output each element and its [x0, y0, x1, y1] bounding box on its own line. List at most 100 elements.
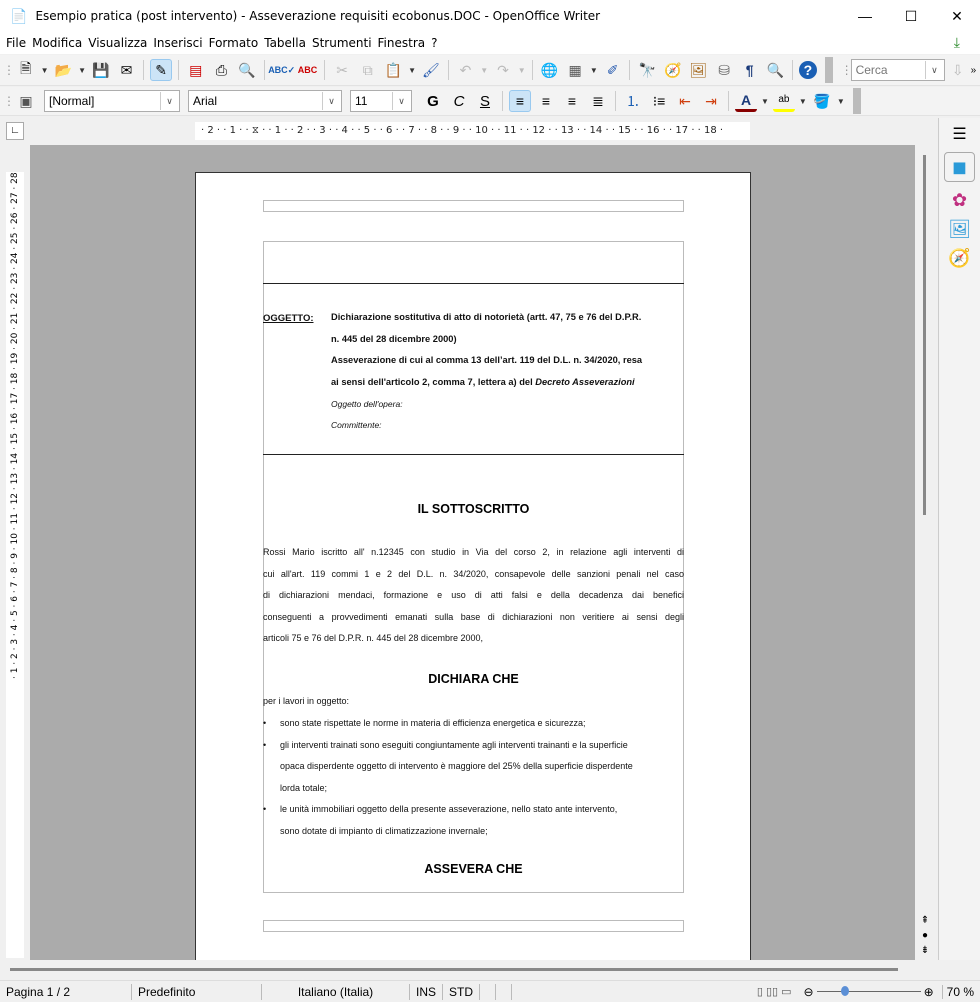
find-next-icon[interactable]: ⇩ [947, 59, 969, 81]
page-navigation[interactable]: ⇞ ● ⇟ [917, 913, 933, 958]
menu-help[interactable]: ? [431, 36, 437, 50]
zoom-in-icon[interactable]: ⊕ [924, 985, 934, 999]
selection-mode[interactable]: STD [443, 983, 481, 1000]
menu-file[interactable]: File [6, 36, 26, 50]
bullets-icon[interactable]: ⁝≡ [648, 90, 670, 112]
document-page[interactable]: OGGETTO: Dichiarazione sostitutiva di at… [195, 172, 751, 960]
italic-button[interactable]: C [448, 90, 470, 112]
print-preview-icon[interactable]: 🔍 [236, 59, 258, 81]
page-style[interactable]: Predefinito [132, 983, 262, 1000]
data-sources-icon[interactable]: ⛁ [713, 59, 735, 81]
gallery-icon[interactable]: 🖼 [939, 219, 980, 240]
page-count[interactable]: Pagina 1 / 2 [0, 983, 132, 1000]
menu-strumenti[interactable]: Strumenti [312, 36, 372, 50]
highlighting-icon[interactable]: ab [772, 90, 795, 112]
search-input[interactable]: Cerca ∨ [850, 59, 945, 81]
save-icon[interactable]: 💾 [90, 59, 112, 81]
heading-dichiara: DICHIARA CHE [428, 672, 519, 686]
view-layout-icons[interactable]: ▯ ▯▯ ▭ [757, 985, 792, 998]
scrollbar-thumb[interactable] [923, 155, 926, 515]
toolbar-options-handle[interactable] [824, 57, 833, 83]
autospellcheck-icon[interactable]: ABC [297, 59, 319, 81]
underline-button[interactable]: S [474, 90, 496, 112]
paste-icon[interactable]: 📋 [383, 59, 405, 81]
email-icon[interactable]: ✉ [116, 59, 138, 81]
undo-icon[interactable]: ↶ [455, 59, 477, 81]
zoom-icon[interactable]: 🔍 [764, 59, 786, 81]
font-name-select[interactable]: Arial ∨ [188, 90, 342, 112]
menu-inserisci[interactable]: Inserisci [153, 36, 202, 50]
oggetto-opera: Oggetto dell'opera: [331, 399, 403, 409]
horizontal-scrollbar[interactable] [0, 960, 935, 978]
formatting-marks-icon[interactable]: ¶ [739, 59, 761, 81]
previous-page-icon[interactable]: ⇞ [917, 913, 933, 928]
oggetto-label: OGGETTO: [263, 313, 314, 324]
formatting-toolbar: ⋮ ▣ [Normal] ∨ Arial ∨ 11 ∨ G C S ≡ ≡ ≡ ≣ ⒈… [0, 87, 980, 116]
hyperlink-icon[interactable]: 🌐 [539, 59, 561, 81]
justify-icon[interactable]: ≣ [587, 90, 609, 112]
align-right-icon[interactable]: ≡ [561, 90, 583, 112]
menu-visualizza[interactable]: Visualizza [88, 36, 147, 50]
cut-icon[interactable]: ✂ [331, 59, 353, 81]
print-icon[interactable]: ⎙ [211, 59, 233, 81]
styles-icon[interactable]: ✿ [939, 190, 980, 211]
table-icon[interactable]: ▦ [564, 59, 586, 81]
font-size-select[interactable]: 11 ∨ [350, 90, 412, 112]
clone-formatting-icon[interactable]: 🖌 [420, 59, 442, 81]
styles-formatting-icon[interactable]: ▣ [15, 90, 37, 112]
zoom-out-icon[interactable]: ⊖ [804, 985, 814, 999]
maximize-button[interactable]: ☐ [888, 0, 934, 32]
navigator-icon[interactable]: 🧭 [662, 59, 684, 81]
new-document-icon[interactable]: 🗎 [15, 59, 37, 81]
draw-functions-icon[interactable]: ✐ [602, 59, 624, 81]
chevron-down-icon[interactable]: ∨ [924, 61, 943, 79]
menu-formato[interactable]: Formato [209, 36, 259, 50]
copy-icon[interactable]: ⧉ [357, 59, 379, 81]
bold-button[interactable]: G [422, 90, 444, 112]
menu-modifica[interactable]: Modifica [32, 36, 82, 50]
minimize-button[interactable]: — [842, 0, 888, 32]
open-folder-icon[interactable]: 📂 [53, 59, 75, 81]
next-page-icon[interactable]: ⇟ [917, 943, 933, 958]
export-pdf-icon[interactable]: ▤ [185, 59, 207, 81]
chevron-down-icon[interactable]: ∨ [160, 92, 178, 110]
help-icon[interactable]: ? [799, 61, 817, 79]
language[interactable]: Italiano (Italia) [262, 983, 410, 1000]
increase-indent-icon[interactable]: ⇥ [700, 90, 722, 112]
align-left-icon[interactable]: ≡ [509, 90, 531, 112]
list-item: • sono state rispettate le norme in mater… [263, 718, 586, 728]
insert-mode[interactable]: INS [410, 983, 444, 1000]
zoom-slider[interactable] [816, 986, 921, 996]
sidebar-menu-icon[interactable]: ☰ [939, 124, 980, 144]
paragraph-style-select[interactable]: [Normal] ∨ [44, 90, 180, 112]
chevron-down-icon[interactable]: ∨ [392, 92, 410, 110]
decrease-indent-icon[interactable]: ⇤ [674, 90, 696, 112]
find-replace-icon[interactable]: 🔭 [636, 59, 658, 81]
menu-tabella[interactable]: Tabella [264, 36, 306, 50]
font-color-icon[interactable]: A [735, 90, 757, 112]
toolbar-overflow-icon[interactable]: » [971, 65, 977, 76]
chevron-down-icon[interactable]: ∨ [322, 92, 340, 110]
scrollbar-thumb[interactable] [10, 968, 898, 971]
zoom-level[interactable]: 70 % [941, 984, 974, 999]
menu-finestra[interactable]: Finestra [378, 36, 426, 50]
horizontal-ruler[interactable]: · 2 · · 1 · · ⧖ · · 1 · · 2 · · 3 · · 4 … [195, 122, 750, 140]
vertical-ruler[interactable]: · 1 · 2 · 3 · 4 · 5 · 6 · 7 · 8 · 9 · 10… [6, 172, 24, 958]
navigation-icon[interactable]: ● [917, 928, 933, 943]
align-center-icon[interactable]: ≡ [535, 90, 557, 112]
gallery-icon[interactable]: 🖼 [688, 59, 710, 81]
background-color-icon[interactable]: 🪣 [811, 90, 833, 112]
numbering-icon[interactable]: ⒈ [622, 90, 644, 112]
toolbar-options-handle[interactable] [852, 88, 861, 114]
redo-icon[interactable]: ↷ [492, 59, 514, 81]
download-update-icon[interactable]: ⤓ [954, 35, 960, 51]
navigator-icon[interactable]: 🧭 [939, 248, 980, 269]
menu-bar: File Modifica Visualizza Inserisci Forma… [0, 32, 980, 54]
properties-icon[interactable]: ◼ [944, 152, 975, 182]
edit-mode-icon[interactable]: ✎ [150, 59, 172, 81]
spellcheck-icon[interactable]: ABC✓ [268, 59, 295, 81]
close-button[interactable]: ✕ [934, 0, 980, 32]
tab-stop-selector[interactable]: ∟ [6, 122, 24, 140]
writer-app-icon: 📄 [10, 7, 28, 24]
vertical-scrollbar[interactable]: ⇞ ● ⇟ [917, 145, 933, 960]
